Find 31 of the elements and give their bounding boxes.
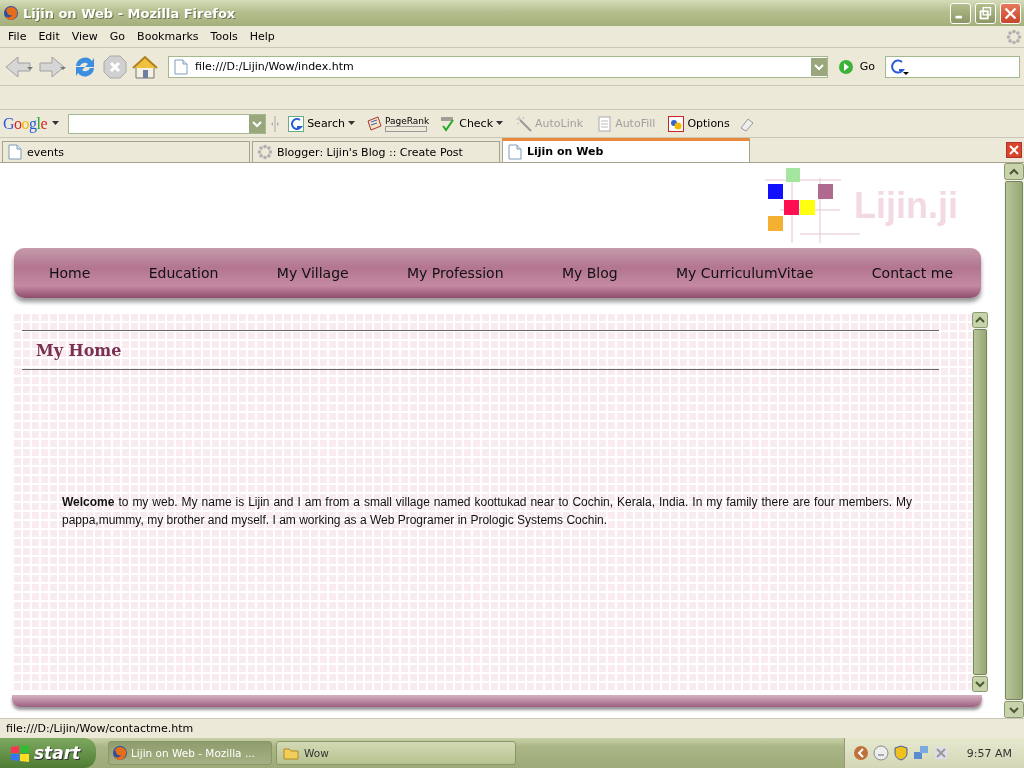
nav-link[interactable]: Education [148,265,219,281]
search-button[interactable]: Search [286,115,357,132]
status-text: file:///D:/Lijin/Wow/contactme.htm [6,722,194,735]
menu-item[interactable]: Edit [32,28,66,45]
menu-item[interactable]: File [2,28,33,45]
menu-item[interactable]: Go [103,28,132,45]
nav-link[interactable]: Home [49,265,91,281]
clock: 9:57 AM [966,746,1012,760]
pagerank-label: PageRank [384,115,430,126]
tab[interactable]: events [2,141,250,162]
page-heading: My Home [36,340,122,360]
check-button[interactable]: Check [438,115,506,132]
start-button[interactable]: start [0,738,96,768]
address-field[interactable]: file:///D:/Lijin/Wow/index.htm [168,55,828,78]
nav-link[interactable]: My Village [276,265,349,281]
welcome-paragraph: Welcome to my web. My name is Lijin and I am from a small village named koottukad near to Cochin, Kerala, India. In my family there are four members. My pappa,mummy, my brother and myself. I am working as a Web Programer in Prologic Systems Cochin. [62,494,912,529]
nav-link[interactable]: My Profession [407,265,504,281]
tab[interactable]: Lijin on Web [502,138,750,162]
menu-item[interactable]: Help [243,28,281,45]
nav-link[interactable]: My CurriculumVitae [676,265,814,281]
options-button[interactable]: Options [666,115,732,132]
nav-link[interactable]: Contact me [871,265,953,281]
menu-item[interactable]: Bookmarks [131,28,205,45]
google-logo[interactable]: Google [3,114,48,133]
menu-item[interactable]: Tools [204,28,244,45]
taskbar-button[interactable]: Wow [276,741,516,765]
nav-link[interactable]: My Blog [561,265,618,281]
window-title: Lijin on Web - Mozilla Firefox [23,5,237,21]
menu-item[interactable]: View [65,28,104,45]
go-button[interactable]: Go [831,58,881,75]
tab[interactable]: Blogger: Lijin's Blog :: Create Post [252,141,500,162]
